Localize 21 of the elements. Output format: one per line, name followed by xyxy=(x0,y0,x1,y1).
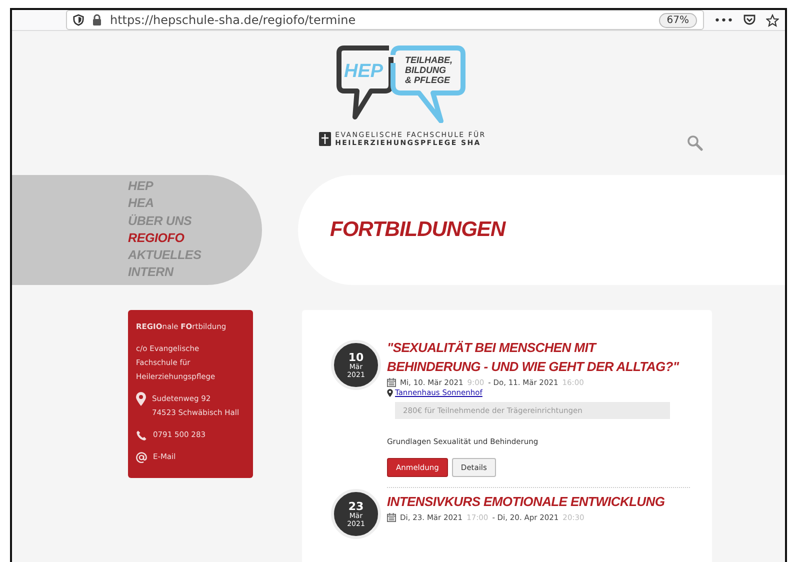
calendar-icon xyxy=(387,513,396,522)
more-button[interactable]: ••• xyxy=(714,14,734,26)
calendar-icon xyxy=(387,378,396,387)
url-text: https://hepschule-sha.de/regiofo/termine xyxy=(110,13,357,27)
pocket-icon[interactable] xyxy=(743,14,756,26)
address-bar[interactable]: https://hepschule-sha.de/regiofo/termine 67% xyxy=(66,10,704,30)
location-pin-icon xyxy=(387,388,393,396)
event-title[interactable]: "SEXUALITÄT BEI MENSCHEN MIT BEHINDERUNG - UND WIE GEHT DER ALLTAG?" xyxy=(387,338,687,376)
shield-icon[interactable] xyxy=(73,14,84,26)
lock-icon xyxy=(92,14,102,26)
phone-icon xyxy=(136,430,147,440)
star-icon[interactable] xyxy=(766,14,780,26)
search-icon[interactable] xyxy=(687,135,703,151)
location-pin-icon xyxy=(136,392,146,406)
page-title: FORTBILDUNGEN xyxy=(330,218,506,242)
nav-link[interactable]: REGIOFO xyxy=(128,230,262,248)
logo[interactable]: HEP TEILHABE, BILDUNG & PFLEGE xyxy=(328,45,468,123)
event-title[interactable]: INTENSIVKURS EMOTIONALE ENTWICKLUNG xyxy=(387,492,687,511)
at-sign-icon xyxy=(136,452,147,462)
cross-icon xyxy=(319,132,332,146)
zoom-badge[interactable]: 67% xyxy=(658,12,697,28)
